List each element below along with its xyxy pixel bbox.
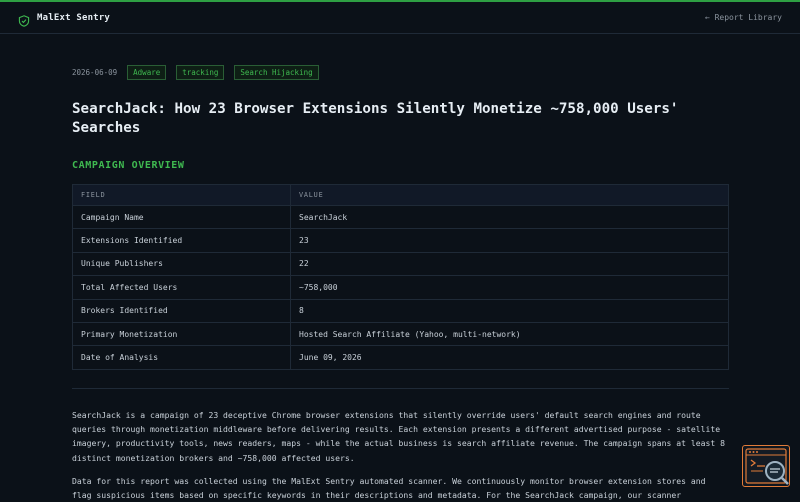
value-cell: 22 [290,251,729,277]
value-cell: 23 [290,228,729,253]
table-row: Brokers Identified 8 [72,298,729,323]
field-cell: Unique Publishers [72,251,291,277]
terminal-search-icon [743,448,789,486]
report-library-link[interactable]: ← Report Library [705,13,782,22]
column-header-value: VALUE [290,184,729,206]
section-title: CAMPAIGN OVERVIEW [72,160,185,171]
value-cell: June 09, 2026 [290,345,729,370]
table-row: Extensions Identified 23 [72,228,729,253]
value-cell: SearchJack [290,204,729,230]
column-header-field: FIELD [72,184,291,206]
summary-paragraph: SearchJack is a campaign of 23 deceptive… [72,410,725,463]
table-row: Total Affected Users ~758,000 [72,275,729,300]
value-cell: ~758,000 [290,275,729,300]
campaign-overview-table: FIELD VALUE Campaign Name SearchJack Ext… [72,184,729,370]
scanner-widget-button[interactable] [742,445,790,487]
field-cell: Campaign Name [72,204,291,230]
brand-name: MalExt Sentry [37,12,111,23]
top-nav: MalExt Sentry ← Report Library [0,2,800,34]
tag-search-hijacking[interactable]: Search Hijacking [234,65,319,80]
field-cell: Date of Analysis [72,345,291,370]
report-date: 2026-06-09 [72,68,118,77]
shield-icon [18,12,30,27]
value-cell: 8 [290,298,729,323]
table-row: Campaign Name SearchJack [72,204,729,230]
table-row: Unique Publishers 22 [72,251,729,277]
report-title: SearchJack: How 23 Browser Extensions Si… [72,101,679,136]
field-cell: Primary Monetization [72,321,291,347]
table-row: Primary Monetization Hosted Search Affil… [72,321,729,347]
value-cell: Hosted Search Affiliate (Yahoo, multi-ne… [290,321,729,347]
table-row: Date of Analysis June 09, 2026 [72,345,729,370]
tag-adware[interactable]: Adware [127,65,167,80]
field-cell: Brokers Identified [72,298,291,323]
table-header-row: FIELD VALUE [72,184,729,206]
brand[interactable]: MalExt Sentry [18,12,111,27]
field-cell: Total Affected Users [72,275,291,300]
methodology-paragraph: Data for this report was collected using… [72,476,706,501]
field-cell: Extensions Identified [72,228,291,253]
section-divider [72,388,729,389]
tag-tracking[interactable]: tracking [176,65,225,80]
report-meta: 2026-06-09 Adware tracking Search Hijack… [72,65,319,80]
